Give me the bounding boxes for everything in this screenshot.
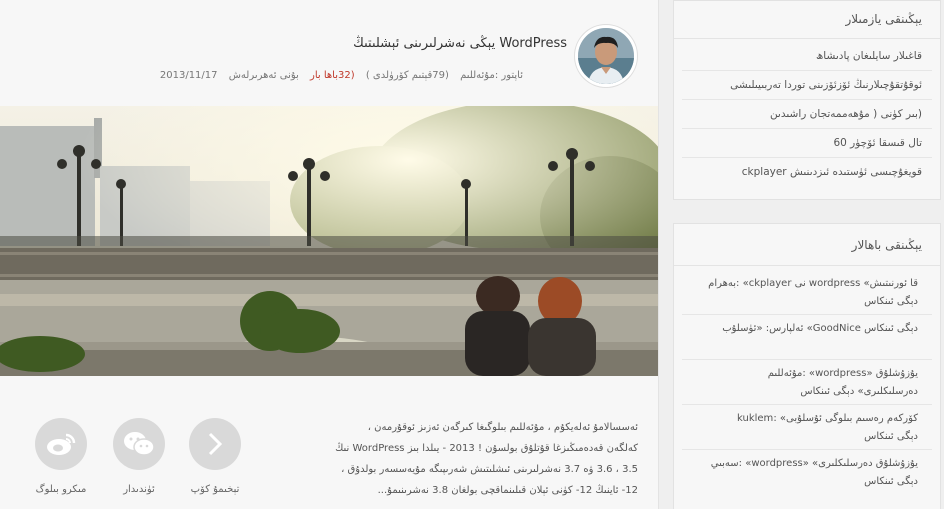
read-more-button[interactable]: تېخىمۇ كۆپ bbox=[180, 418, 250, 495]
post-excerpt: ئەسسالامۇ ئەلەيكۇم ، مۇئەللىم بىلوگىغا ك… bbox=[268, 417, 638, 501]
recent-posts-list: قاغىلار سايلىغان پادىشاھ ئوقۇتقۇچىلارنىڭ… bbox=[674, 39, 940, 187]
recent-comments-list: قا ئورنىتىش» wordpress نى ckplayer» :بەھ… bbox=[674, 266, 940, 495]
excerpt-line[interactable]: 12- ئاينىڭ 12- كۈنى ئېلان قىلىنماقچى بول… bbox=[268, 480, 638, 501]
comment-line: يۇزۇشلۇق «wordpress» :مۇئەللىم bbox=[767, 368, 918, 379]
recent-comments-widget: يېڭىنقى باھالار قا ئورنىتىش» wordpress ن… bbox=[673, 223, 941, 509]
recent-post-link[interactable]: قاغىلار سايلىغان پادىشاھ bbox=[682, 42, 932, 71]
wechat-share-label: ئۈندىدار bbox=[123, 484, 155, 495]
comment-line: دېگى ئىنكاس GoodNice» ئەلپارس: «ئۈسلۇب bbox=[722, 323, 918, 334]
post-author[interactable]: ئاپتور :مۇئەللىم bbox=[460, 70, 523, 81]
comment-line: قا ئورنىتىش» wordpress نى ckplayer» :بەھ… bbox=[708, 278, 918, 289]
excerpt-line: كەلگەن قەدەمىڭىزغا قۇتلۇق بولسۇن ! 2013 … bbox=[335, 443, 638, 454]
recent-post-link[interactable]: (بىر كۈنى ( مۇھەممەتجان راشىدىن bbox=[682, 100, 932, 129]
recent-comment-item[interactable]: قا ئورنىتىش» wordpress نى ckplayer» :بەھ… bbox=[682, 270, 932, 315]
wechat-icon bbox=[124, 432, 155, 456]
author-avatar[interactable] bbox=[575, 25, 637, 87]
weibo-share-label: مىكرو بىلوگ bbox=[35, 484, 87, 495]
recent-comment-item[interactable]: يۇزۇشلۇق دەرسلىكلىرى» «wordpress» :سەبىي… bbox=[682, 450, 932, 495]
post-edit-link[interactable]: بۇنى ئەھرىرلەش bbox=[229, 70, 299, 81]
recent-posts-title: يېڭىنقى يازمىلار bbox=[674, 1, 940, 39]
recent-posts-widget: يېڭىنقى يازمىلار قاغىلار سايلىغان پادىشا… bbox=[673, 0, 941, 200]
comment-line: دېگى ئىنكاس bbox=[864, 296, 918, 307]
post-comments-count[interactable]: (32باھا بار bbox=[310, 70, 355, 81]
post-date: 2013/11/17 bbox=[159, 70, 218, 81]
comment-line: كۆركەم رەسىم بىلوگى ئۇسلۇبى» :kuklem bbox=[737, 413, 918, 424]
wechat-share-button[interactable]: ئۈندىدار bbox=[104, 418, 174, 495]
post-meta: ئاپتور :مۇئەللىم (79قېتىم كۆرۈلدى ) (32ب… bbox=[152, 70, 523, 81]
read-more-label: تېخىمۇ كۆپ bbox=[190, 484, 240, 495]
recent-post-link[interactable]: تال قىسقا ئۆچۈر 60 bbox=[682, 129, 932, 158]
recent-comment-item[interactable]: دېگى ئىنكاس GoodNice» ئەلپارس: «ئۈسلۇب bbox=[682, 315, 932, 360]
recent-comments-title: يېڭىنقى باھالار bbox=[674, 224, 940, 266]
comment-line: دەرسلىكلىرى» دېگى ئىنكاس bbox=[800, 386, 918, 397]
post-header: WordPress يېڭى نەشرلىرىنى ئېشلىتىڭ ئاپتو… bbox=[0, 0, 658, 106]
comment-line: دېگى ئىنكاس bbox=[864, 476, 918, 487]
recent-post-link[interactable]: ئوقۇتقۇچىلارنىڭ ئۆزئۆزىنى توردا تەربىيىل… bbox=[682, 71, 932, 100]
post-title[interactable]: WordPress يېڭى نەشرلىرىنى ئېشلىتىڭ bbox=[353, 36, 567, 51]
recent-comment-item[interactable]: كۆركەم رەسىم بىلوگى ئۇسلۇبى» :kuklem دېگ… bbox=[682, 405, 932, 450]
excerpt-line: 3.5 ، 3.6 ۋە 3.7 نەشرلىرىنى ئىشلىتىش شەر… bbox=[341, 464, 638, 475]
post-featured-image[interactable] bbox=[0, 106, 658, 376]
chevron-right-icon bbox=[208, 432, 223, 456]
recent-comment-item[interactable]: يۇزۇشلۇق «wordpress» :مۇئەللىم دەرسلىكلى… bbox=[682, 360, 932, 405]
comment-line: دېگى ئىنكاس bbox=[864, 431, 918, 442]
post-reads: (79قېتىم كۆرۈلدى ) bbox=[365, 70, 449, 81]
weibo-icon bbox=[47, 433, 76, 455]
recent-post-link[interactable]: قويغۇچىسى ئۈستىدە ئىزدىنىش ckplayer bbox=[682, 158, 932, 187]
post-card: WordPress يېڭى نەشرلىرىنى ئېشلىتىڭ ئاپتو… bbox=[0, 0, 659, 509]
weibo-share-button[interactable]: مىكرو بىلوگ bbox=[26, 418, 96, 495]
excerpt-line: ئەسسالامۇ ئەلەيكۇم ، مۇئەللىم بىلوگىغا ك… bbox=[367, 422, 638, 433]
comment-line: يۇزۇشلۇق دەرسلىكلىرى» «wordpress» :سەبىي bbox=[710, 458, 918, 469]
